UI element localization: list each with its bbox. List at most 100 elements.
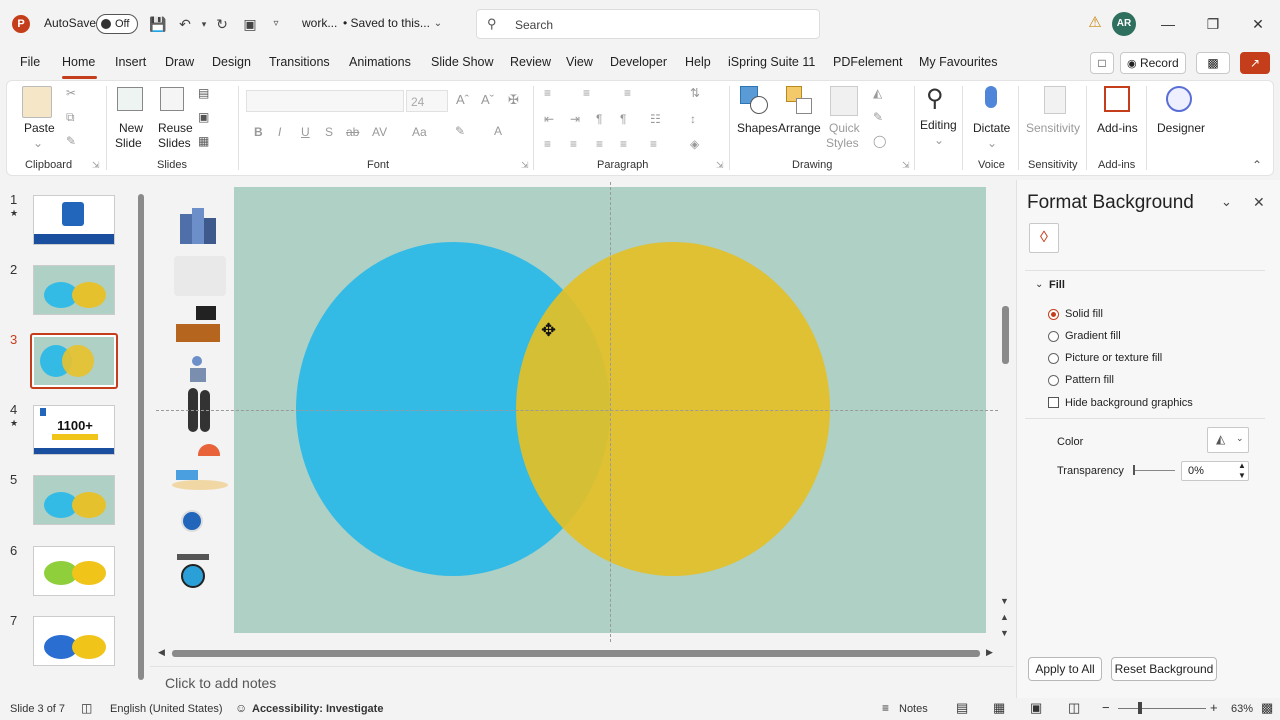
reuse-slides-icon[interactable] (160, 87, 184, 111)
add-ins-label[interactable]: Add-ins (1097, 121, 1138, 135)
slide-thumbnail-6[interactable] (33, 546, 115, 596)
person-chair-clipart[interactable] (188, 356, 208, 384)
share-button[interactable]: ↗ (1240, 52, 1270, 74)
zoom-slider-thumb[interactable] (1138, 702, 1142, 714)
horizontal-guide[interactable] (156, 410, 998, 411)
shapes-icon[interactable] (740, 86, 770, 116)
warning-icon[interactable]: ⚠ (1086, 14, 1104, 32)
dictate-label[interactable]: Dictate (973, 121, 1010, 135)
transparency-slider-track[interactable] (1135, 470, 1175, 471)
avatar[interactable]: AR (1112, 12, 1136, 36)
quick-styles-icon[interactable] (830, 86, 858, 116)
hide-graphics-label[interactable]: Hide background graphics (1065, 397, 1193, 409)
align-left-icon[interactable]: ≡ (544, 137, 551, 151)
quick-styles-label[interactable]: Quick (829, 121, 860, 135)
zoom-out-icon[interactable]: − (1102, 700, 1110, 715)
slide-thumbnail-2[interactable] (33, 265, 115, 315)
autosave-toggle[interactable]: Off (96, 14, 138, 34)
tab-home[interactable]: Home (62, 55, 95, 69)
restore-icon[interactable]: ❐ (1201, 12, 1225, 36)
dictate-dropdown-icon[interactable]: ⌄ (987, 136, 997, 150)
numbering-icon[interactable]: ≡ (583, 86, 590, 100)
tab-ispring[interactable]: iSpring Suite 11 (728, 55, 815, 69)
reuse-slides-label[interactable]: Reuse (158, 121, 193, 135)
editing-label[interactable]: Editing (920, 118, 957, 132)
minimize-icon[interactable]: — (1156, 12, 1180, 36)
char-spacing-icon[interactable]: AV (372, 125, 387, 139)
transparency-input[interactable]: 0% ▲ ▼ (1181, 461, 1249, 481)
decrease-font-icon[interactable]: Aˇ (481, 92, 494, 107)
spin-up-icon[interactable]: ▲ (1238, 461, 1246, 470)
tab-help[interactable]: Help (685, 55, 711, 69)
section-icon[interactable]: ▦ (198, 134, 209, 148)
tab-transitions[interactable]: Transitions (269, 55, 330, 69)
clear-format-icon[interactable]: ✠ (508, 92, 519, 108)
solid-fill-radio[interactable] (1048, 309, 1059, 320)
apply-to-all-button[interactable]: Apply to All (1028, 657, 1102, 681)
thumbnail-scrollbar[interactable] (137, 180, 147, 690)
file-options-chevron-icon[interactable]: ⌄ (428, 14, 448, 34)
office-clipart[interactable] (174, 256, 226, 296)
zoom-in-icon[interactable]: + (1210, 700, 1218, 715)
paste-icon[interactable] (22, 86, 52, 118)
close-icon[interactable]: ✕ (1246, 12, 1270, 36)
scroll-left-icon[interactable]: ◀ (158, 647, 165, 658)
notes-button[interactable]: Notes (899, 703, 928, 715)
undo-icon[interactable]: ↶ (175, 14, 195, 34)
align-center-icon[interactable]: ≡ (570, 137, 577, 151)
reset-background-button[interactable]: Reset Background (1111, 657, 1217, 681)
customize-toolbar-icon[interactable]: ▿ (266, 14, 286, 34)
justify-icon[interactable]: ≡ (620, 137, 627, 151)
drum-clipart[interactable] (177, 554, 209, 588)
layout-icon[interactable]: ▤ (198, 86, 209, 100)
vertical-guide[interactable] (610, 182, 611, 642)
font-color-icon[interactable]: A (494, 124, 502, 138)
zoom-slider-track[interactable] (1118, 708, 1206, 709)
normal-view-icon[interactable]: ▤ (956, 700, 968, 716)
teams-button[interactable]: ▩ (1196, 52, 1230, 74)
pattern-fill-label[interactable]: Pattern fill (1065, 374, 1114, 386)
zoom-level[interactable]: 63% (1231, 703, 1253, 715)
slide-thumbnail-7[interactable] (33, 616, 115, 666)
picture-fill-radio[interactable] (1048, 353, 1059, 364)
shape-fill-icon[interactable]: ◭ (873, 86, 882, 100)
tab-design[interactable]: Design (212, 55, 251, 69)
designer-icon[interactable] (1166, 86, 1192, 112)
save-icon[interactable]: 💾 (148, 14, 168, 34)
fill-bucket-icon[interactable]: ◊ (1029, 223, 1059, 253)
slide-thumbnail-4[interactable]: 1100+ (33, 405, 115, 455)
new-slide-label-2[interactable]: Slide (115, 136, 142, 150)
line-spacing-icon[interactable]: ≡ (624, 86, 631, 100)
rtl-icon[interactable]: ¶ (596, 112, 602, 126)
shadow-icon[interactable]: S (325, 125, 333, 139)
scroll-down-icon[interactable]: ▼ (1000, 596, 1009, 606)
accessibility-status[interactable]: Accessibility: Investigate (252, 703, 383, 715)
slide-sorter-icon[interactable]: ▦ (993, 700, 1005, 716)
quick-styles-label-2[interactable]: Styles (826, 136, 859, 150)
italic-icon[interactable]: I (278, 125, 281, 139)
add-ins-icon[interactable] (1104, 86, 1130, 112)
slide-thumbnail-3-selected[interactable] (30, 333, 118, 389)
slide-thumbnail-1[interactable] (33, 195, 115, 245)
color-picker-button[interactable]: ◭ ⌄ (1207, 427, 1249, 453)
shapes-label[interactable]: Shapes (737, 121, 778, 135)
strikethrough-icon[interactable]: ab (346, 125, 359, 139)
increase-indent-icon[interactable]: ⇥ (570, 112, 580, 126)
sensitivity-icon[interactable] (1044, 86, 1066, 114)
copy-icon[interactable]: ⧉ (66, 110, 75, 125)
microphone-icon[interactable] (985, 86, 997, 108)
notes-icon[interactable]: ≡ (882, 701, 889, 715)
format-painter-icon[interactable]: ✎ (66, 134, 76, 148)
new-slide-label[interactable]: New (119, 121, 143, 135)
collapse-ribbon-icon[interactable]: ⌃ (1252, 158, 1262, 172)
font-size-input[interactable]: 24 (406, 90, 448, 112)
shape-effects-icon[interactable]: ◯ (873, 134, 886, 148)
smartart-icon[interactable]: ◈ (690, 137, 699, 151)
paste-dropdown-icon[interactable]: ⌄ (33, 136, 43, 150)
pie-clipart[interactable] (181, 510, 203, 532)
reuse-slides-label-2[interactable]: Slides (158, 136, 191, 150)
solid-fill-label[interactable]: Solid fill (1065, 308, 1103, 320)
shape-outline-icon[interactable]: ✎ (873, 110, 883, 124)
next-slide-icon[interactable]: ▼ (1000, 628, 1009, 638)
arrange-icon[interactable] (786, 86, 814, 116)
